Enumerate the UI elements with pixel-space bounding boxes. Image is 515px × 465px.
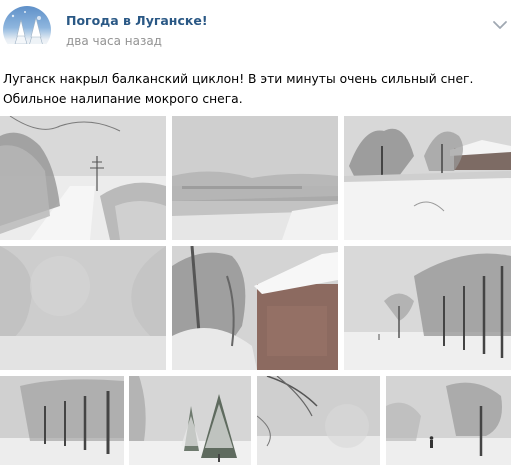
post-photo-4[interactable] [0,246,166,370]
post-photo-7[interactable] [0,376,124,465]
group-name-link[interactable]: Погода в Луганске! [66,13,208,28]
post-photo-2[interactable] [172,116,338,240]
chevron-down-icon [493,21,507,29]
post-photo-6[interactable] [344,246,511,370]
post-photo-8[interactable] [129,376,251,465]
post-text: Луганск накрыл балканский циклон! В эти … [3,72,474,106]
post: Погода в Луганске! два часа назад Луганс… [0,0,515,465]
post-timestamp[interactable]: два часа назад [66,34,162,48]
post-photo-5[interactable] [172,246,338,370]
post-photo-1[interactable] [0,116,166,240]
group-avatar[interactable] [3,6,51,54]
snowy-trees-avatar-icon [3,11,51,54]
post-menu-button[interactable] [492,16,508,29]
post-photo-10[interactable] [386,376,511,465]
post-photo-9[interactable] [257,376,380,465]
post-photo-3[interactable] [344,116,511,240]
